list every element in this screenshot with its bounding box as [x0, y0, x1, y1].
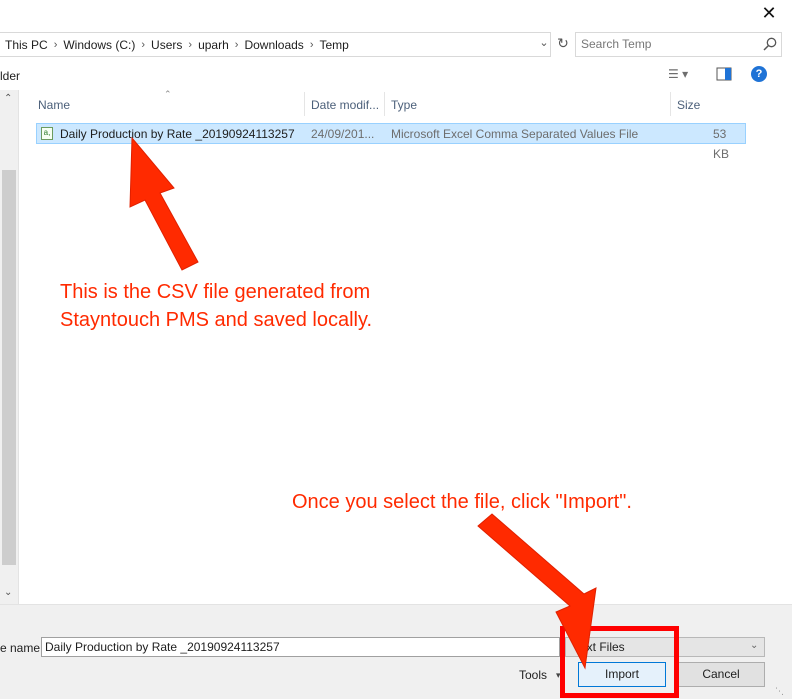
file-name: Daily Production by Rate _20190924113257: [60, 127, 295, 141]
navigation-pane-scrollbar[interactable]: ⌃ ⌄: [0, 90, 19, 604]
csv-file-annotation: This is the CSV file generated from Stay…: [60, 278, 440, 334]
column-header-type[interactable]: Type: [391, 96, 417, 116]
file-row[interactable]: a, Daily Production by Rate _20190924113…: [36, 123, 746, 161]
breadcrumb-this-pc[interactable]: This PC: [2, 38, 51, 52]
help-icon[interactable]: ?: [751, 66, 767, 82]
change-view-icon[interactable]: ☰ ▾: [668, 67, 692, 81]
column-divider[interactable]: [384, 92, 385, 116]
breadcrumb: This PC › Windows (C:) › Users › uparh ›…: [2, 33, 352, 56]
breadcrumb-separator-icon[interactable]: ›: [307, 39, 317, 51]
file-type: Microsoft Excel Comma Separated Values F…: [391, 127, 639, 141]
refresh-icon[interactable]: ↻: [554, 34, 572, 52]
sort-ascending-icon: ⌃: [164, 89, 172, 99]
new-folder-button[interactable]: lder: [0, 69, 20, 83]
breadcrumb-separator-icon[interactable]: ›: [185, 39, 195, 51]
address-history-chevron-down-icon[interactable]: ⌄: [537, 36, 551, 50]
column-header-size[interactable]: Size: [677, 96, 700, 116]
address-bar[interactable]: This PC › Windows (C:) › Users › uparh ›…: [0, 32, 551, 57]
column-divider[interactable]: [304, 92, 305, 116]
search-input[interactable]: Search Temp: [575, 32, 782, 57]
csv-file-annotation-line1: This is the CSV file generated from: [60, 281, 371, 303]
import-annotation: Once you select the file, click "Import"…: [292, 491, 632, 513]
column-header-name[interactable]: Name: [38, 96, 70, 116]
breadcrumb-users[interactable]: Users: [148, 38, 185, 52]
breadcrumb-separator-icon[interactable]: ›: [232, 39, 242, 51]
column-divider[interactable]: [670, 92, 671, 116]
breadcrumb-uparh[interactable]: uparh: [195, 38, 232, 52]
title-bar: [0, 0, 792, 30]
csv-file-icon: a,: [41, 127, 53, 140]
scroll-up-icon[interactable]: ⌃: [4, 93, 12, 104]
tools-menu-button[interactable]: Tools: [519, 668, 547, 682]
breadcrumb-separator-icon[interactable]: ›: [138, 39, 148, 51]
close-button[interactable]: ✕: [756, 2, 782, 24]
file-name-label: e name:: [0, 641, 44, 655]
breadcrumb-temp[interactable]: Temp: [316, 38, 351, 52]
search-placeholder: Search Temp: [581, 37, 652, 51]
csv-file-annotation-line2: Stayntouch PMS and saved locally.: [60, 309, 373, 331]
column-header-date-modified[interactable]: Date modif...: [311, 96, 379, 116]
resize-grip-icon[interactable]: ⋱: [775, 686, 784, 697]
scrollbar-thumb[interactable]: [2, 170, 16, 565]
import-highlight-box: [560, 626, 679, 698]
preview-pane-icon[interactable]: [716, 67, 732, 81]
breadcrumb-windows-c[interactable]: Windows (C:): [60, 38, 138, 52]
scroll-down-icon[interactable]: ⌄: [4, 587, 12, 598]
file-type-chevron-down-icon[interactable]: ⌄: [750, 640, 758, 651]
file-name-input[interactable]: Daily Production by Rate _20190924113257: [41, 637, 560, 657]
cancel-button[interactable]: Cancel: [677, 662, 765, 687]
file-size: 53 KB: [713, 127, 730, 161]
arrow-to-csv-file: [129, 136, 199, 271]
breadcrumb-downloads[interactable]: Downloads: [241, 38, 306, 52]
file-date-modified: 24/09/201...: [311, 127, 375, 141]
breadcrumb-separator-icon[interactable]: ›: [51, 39, 61, 51]
search-icon[interactable]: [762, 36, 778, 52]
